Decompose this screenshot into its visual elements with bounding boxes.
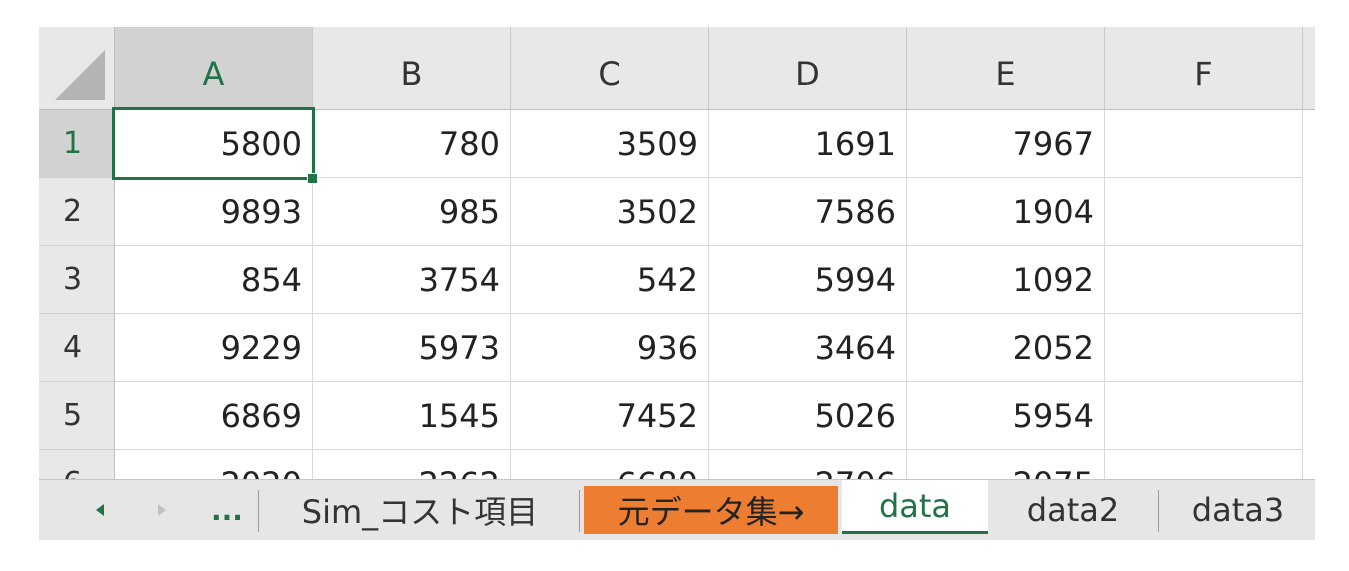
cell-a1[interactable]: 5800: [115, 110, 313, 178]
tab-source-data-collection[interactable]: 元データ集→: [584, 486, 838, 534]
tab-separator: [1158, 490, 1159, 532]
cell-e2[interactable]: 1904: [907, 178, 1105, 246]
column-header-b[interactable]: B: [313, 27, 511, 110]
cell-b3[interactable]: 3754: [313, 246, 511, 314]
cell-c1[interactable]: 3509: [511, 110, 709, 178]
cell-e4[interactable]: 2052: [907, 314, 1105, 382]
row-header-5[interactable]: 5: [39, 382, 115, 450]
cell-f1[interactable]: [1105, 110, 1303, 178]
cell-d1[interactable]: 1691: [709, 110, 907, 178]
cell-f2[interactable]: [1105, 178, 1303, 246]
row-header-2[interactable]: 2: [39, 178, 115, 246]
cell-a6[interactable]: 2020: [115, 450, 313, 479]
cell-c6[interactable]: 6680: [511, 450, 709, 479]
cell-d4[interactable]: 3464: [709, 314, 907, 382]
tab-sim-cost-items[interactable]: Sim_コスト項目: [261, 480, 579, 540]
row-header-6[interactable]: 6: [39, 450, 115, 479]
cell-d2[interactable]: 7586: [709, 178, 907, 246]
cell-e5[interactable]: 5954: [907, 382, 1105, 450]
tab-data2[interactable]: data2: [990, 480, 1156, 540]
cell-d5[interactable]: 5026: [709, 382, 907, 450]
tab-separator: [258, 490, 259, 532]
scroll-tabs-left-button[interactable]: [87, 480, 113, 540]
cell-c4[interactable]: 936: [511, 314, 709, 382]
cell-b2[interactable]: 985: [313, 178, 511, 246]
more-tabs-button[interactable]: ...: [203, 480, 251, 540]
cell-d3[interactable]: 5994: [709, 246, 907, 314]
column-header-f[interactable]: F: [1105, 27, 1303, 110]
cell-c3[interactable]: 542: [511, 246, 709, 314]
cell-c2[interactable]: 3502: [511, 178, 709, 246]
cell-c5[interactable]: 7452: [511, 382, 709, 450]
cell-b1[interactable]: 780: [313, 110, 511, 178]
cell-e6[interactable]: 2075: [907, 450, 1105, 479]
select-all-button[interactable]: [39, 27, 115, 110]
cell-grid: A B C D E F 1 2 3 4 5 6 5800 780 3509 16…: [39, 27, 1315, 479]
column-header-a[interactable]: A: [115, 27, 313, 110]
tab-separator: [579, 490, 580, 532]
cell-f5[interactable]: [1105, 382, 1303, 450]
cell-f4[interactable]: [1105, 314, 1303, 382]
cell-b6[interactable]: 2262: [313, 450, 511, 479]
cell-a4[interactable]: 9229: [115, 314, 313, 382]
triangle-left-icon: [96, 504, 104, 516]
tab-data[interactable]: data: [842, 480, 988, 534]
sheet-tab-bar: ... Sim_コスト項目 元データ集→ data data2 data3: [39, 479, 1315, 540]
cell-d6[interactable]: 2706: [709, 450, 907, 479]
cell-e3[interactable]: 1092: [907, 246, 1105, 314]
column-header-d[interactable]: D: [709, 27, 907, 110]
scroll-tabs-right-button[interactable]: [149, 480, 175, 540]
cell-b5[interactable]: 1545: [313, 382, 511, 450]
cell-a3[interactable]: 854: [115, 246, 313, 314]
cell-a2[interactable]: 9893: [115, 178, 313, 246]
row-header-1[interactable]: 1: [39, 110, 115, 178]
cell-f3[interactable]: [1105, 246, 1303, 314]
tab-data3[interactable]: data3: [1161, 480, 1315, 540]
cell-b4[interactable]: 5973: [313, 314, 511, 382]
column-header-c[interactable]: C: [511, 27, 709, 110]
spreadsheet: A B C D E F 1 2 3 4 5 6 5800 780 3509 16…: [39, 27, 1315, 540]
row-header-4[interactable]: 4: [39, 314, 115, 382]
select-all-triangle-icon: [55, 50, 105, 100]
triangle-right-icon: [158, 504, 166, 516]
column-header-e[interactable]: E: [907, 27, 1105, 110]
cell-e1[interactable]: 7967: [907, 110, 1105, 178]
fill-handle[interactable]: [307, 173, 318, 184]
cell-f6[interactable]: [1105, 450, 1303, 479]
row-header-3[interactable]: 3: [39, 246, 115, 314]
cell-a5[interactable]: 6869: [115, 382, 313, 450]
column-header-g[interactable]: [1303, 27, 1315, 110]
